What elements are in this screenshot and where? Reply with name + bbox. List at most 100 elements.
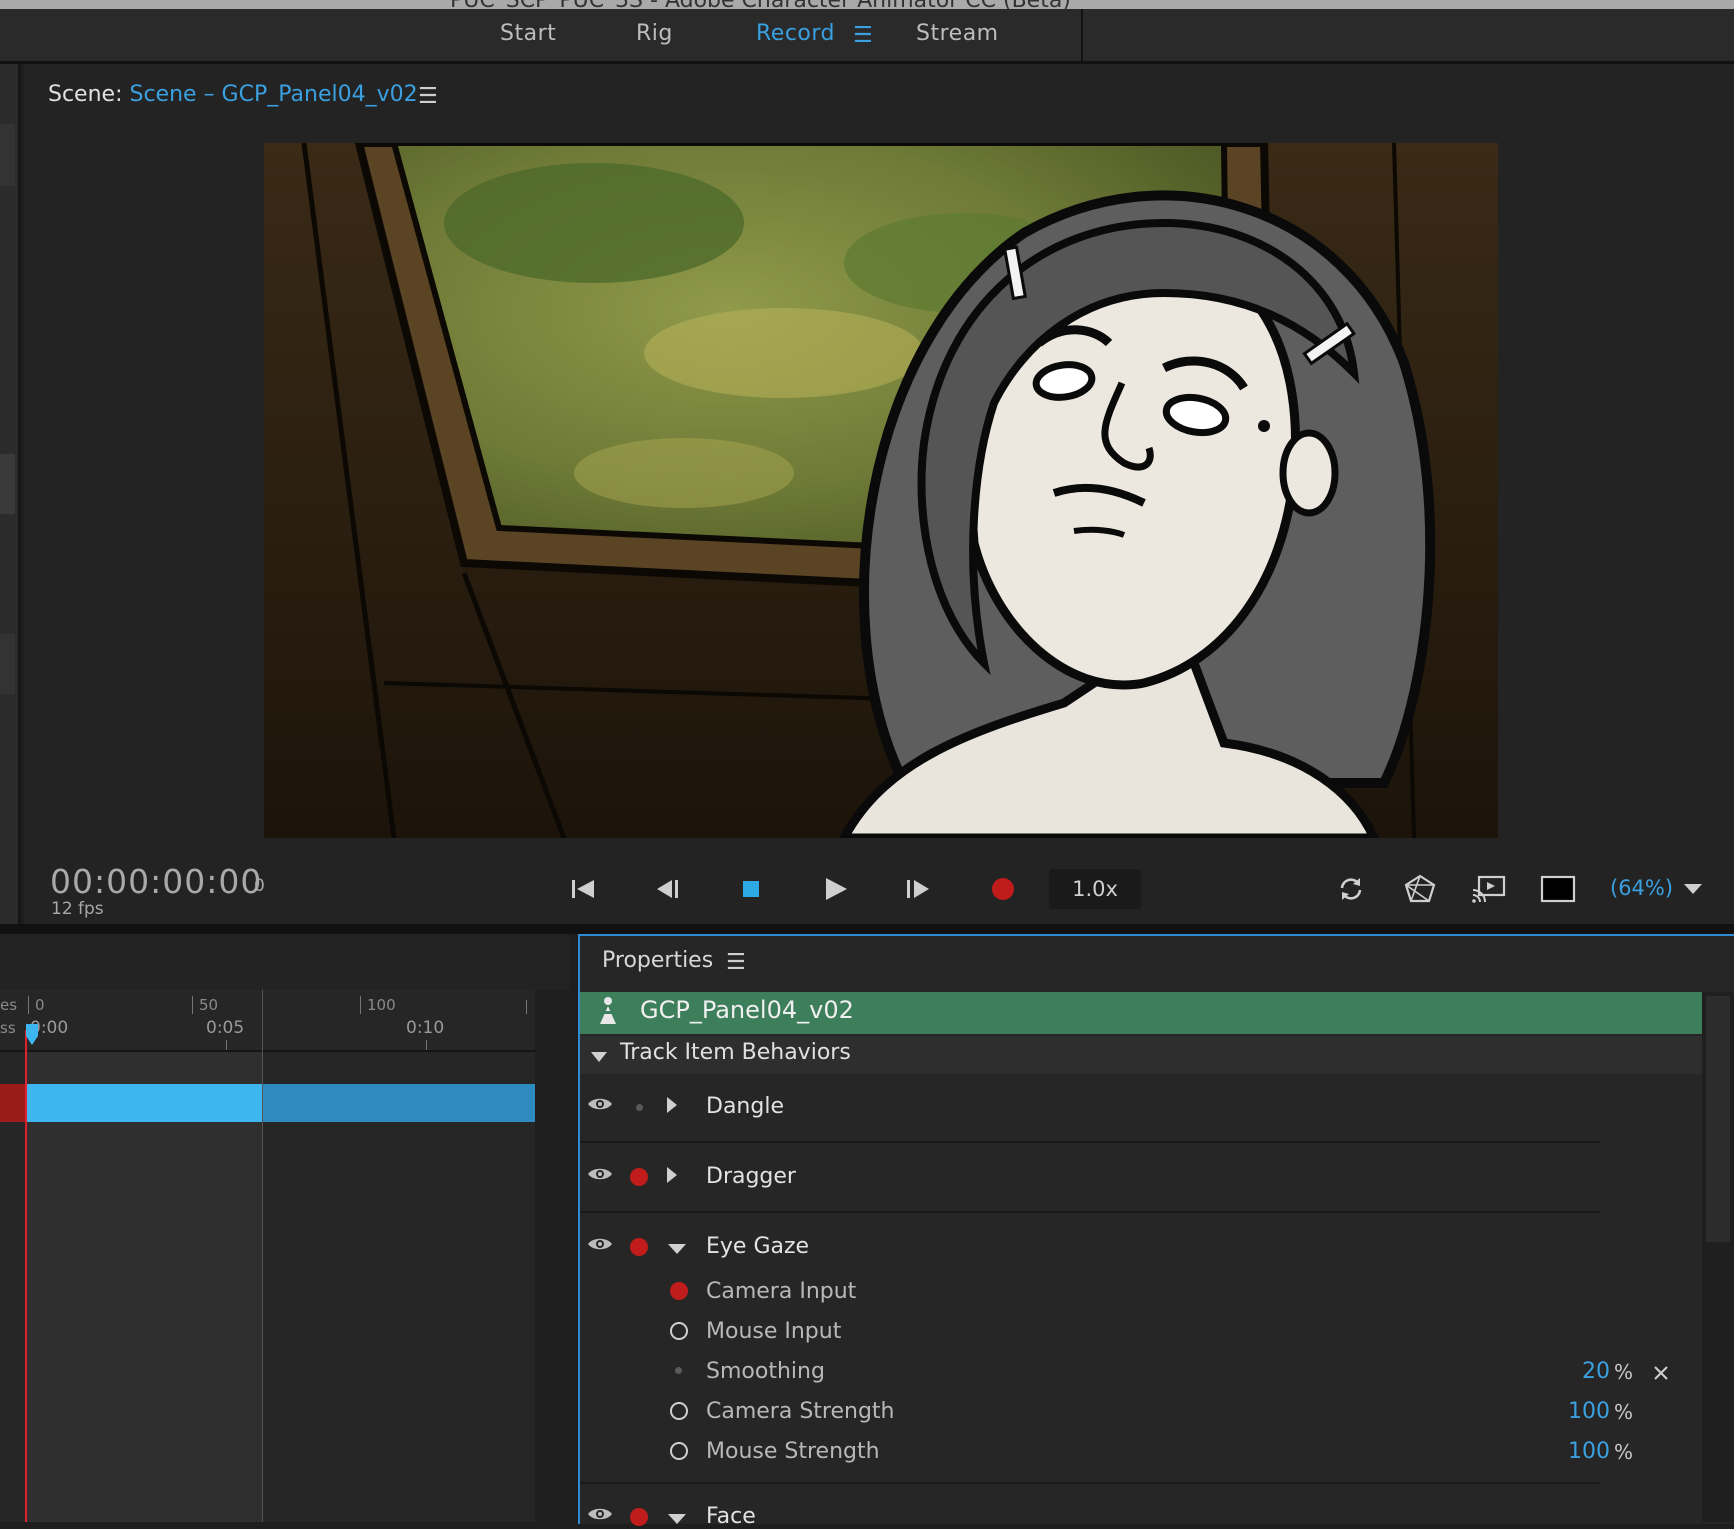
chevron-right-icon[interactable]	[666, 1096, 678, 1118]
left-panel-tab[interactable]	[0, 454, 15, 514]
mesh-icon	[1404, 874, 1436, 903]
behavior-separator	[580, 1482, 1600, 1484]
background-swatch-icon	[1540, 875, 1576, 903]
playhead-line[interactable]	[25, 1030, 27, 1522]
smoothing-unit: %	[1614, 1360, 1634, 1384]
scene-prefix: Scene:	[48, 82, 123, 107]
mesh-view-button[interactable]	[1400, 872, 1440, 906]
behavior-face[interactable]: Face	[706, 1504, 756, 1529]
zoom-dropdown-arrow[interactable]	[1673, 872, 1713, 906]
visibility-eye-icon[interactable]	[587, 1236, 613, 1256]
puppet-name: GCP_Panel04_v02	[640, 996, 854, 1024]
scene-name-link[interactable]: Scene – GCP_Panel04_v02	[130, 82, 418, 107]
scene-header: Scene: Scene – GCP_Panel04_v02	[48, 82, 418, 107]
stream-output-button[interactable]	[1469, 872, 1509, 906]
panel-divider[interactable]	[0, 924, 1734, 934]
properties-menu-icon[interactable]: ☰	[726, 950, 746, 975]
background-toggle-button[interactable]	[1536, 872, 1580, 906]
timeline-ruler[interactable]: es ss 0 0:00 50 0:05 100 0:10	[0, 990, 535, 1052]
param-smoothing: Smoothing	[706, 1359, 825, 1384]
go-to-start-icon	[572, 880, 594, 898]
behavior-separator	[580, 1211, 1600, 1213]
param-camera-input: Camera Input	[706, 1279, 857, 1304]
loop-icon	[1340, 878, 1362, 900]
step-forward-button[interactable]	[898, 872, 938, 906]
param-camera-strength: Camera Strength	[706, 1399, 895, 1424]
frames-label: es	[0, 996, 18, 1014]
left-panel-strip	[0, 64, 21, 924]
smoothing-value[interactable]: 20	[1540, 1359, 1610, 1384]
step-back-button[interactable]	[648, 872, 688, 906]
window-title: PUC_SCP_PUC_3S - Adobe Character Animato…	[450, 0, 1071, 9]
behavior-eye-gaze[interactable]: Eye Gaze	[706, 1234, 809, 1259]
tab-start[interactable]: Start	[500, 21, 556, 46]
timeline-work-area	[27, 1052, 263, 1522]
scene-artwork[interactable]	[264, 143, 1498, 838]
left-panel-tab[interactable]	[0, 124, 15, 186]
close-icon[interactable]	[1652, 1364, 1670, 1386]
arm-dot-armed[interactable]	[630, 1168, 648, 1186]
param-arm-ring[interactable]	[670, 1322, 688, 1340]
stop-button[interactable]	[731, 872, 771, 906]
scene-menu-icon[interactable]: ☰	[418, 84, 438, 109]
chevron-right-icon[interactable]	[666, 1166, 678, 1188]
loop-button[interactable]	[1331, 872, 1371, 906]
seconds-label: ss	[0, 1019, 16, 1037]
tab-record[interactable]: Record	[756, 21, 835, 46]
behavior-dragger[interactable]: Dragger	[706, 1164, 796, 1189]
frame-rate: 12 fps	[51, 899, 104, 919]
frame-number[interactable]: 0	[254, 876, 265, 896]
ruler-frame-tick: 100	[360, 996, 396, 1014]
go-to-start-button[interactable]	[563, 872, 603, 906]
playback-speed-dropdown[interactable]: 1.0x	[1049, 869, 1141, 909]
track-item-behaviors-label: Track Item Behaviors	[620, 1040, 851, 1065]
camera-strength-value[interactable]: 100	[1540, 1399, 1610, 1424]
playhead-icon	[26, 1024, 38, 1045]
param-arm-dot-armed[interactable]	[670, 1282, 688, 1300]
workspace-divider	[1081, 9, 1083, 61]
param-mouse-strength: Mouse Strength	[706, 1439, 880, 1464]
zoom-level[interactable]: (64%)	[1610, 876, 1673, 900]
play-button[interactable]	[815, 872, 855, 906]
ruler-frame-tick: 50	[192, 996, 218, 1014]
param-arm-ring[interactable]	[670, 1442, 688, 1460]
playhead-handle[interactable]	[25, 1024, 39, 1050]
ruler-time-tick: 0:10	[406, 1018, 445, 1038]
behavior-separator	[580, 1141, 1600, 1143]
chevron-down-icon[interactable]	[590, 1048, 608, 1067]
left-panel-tab[interactable]	[0, 634, 15, 694]
step-forward-icon	[907, 880, 929, 898]
tab-rig[interactable]: Rig	[636, 21, 673, 46]
ruler-time-tick: 0:05	[206, 1018, 245, 1038]
param-arm-ring[interactable]	[670, 1402, 688, 1420]
chevron-down-icon[interactable]	[667, 1510, 687, 1529]
mouse-strength-unit: %	[1614, 1440, 1634, 1464]
tab-stream[interactable]: Stream	[916, 21, 999, 46]
track-item-work-range[interactable]	[27, 1084, 263, 1122]
arm-dot-armed[interactable]	[630, 1508, 648, 1526]
properties-scroll-thumb[interactable]	[1706, 996, 1730, 1242]
workspace-bar: Start Rig Record ☰ Stream	[0, 9, 1734, 64]
ruler-frame-tick: 0	[28, 996, 45, 1014]
timeline-scrollbar[interactable]	[535, 990, 570, 1522]
track-record-marker	[0, 1084, 25, 1122]
camera-strength-unit: %	[1614, 1400, 1634, 1424]
properties-title: Properties	[602, 948, 714, 973]
record-button[interactable]	[983, 872, 1023, 906]
workspace-menu-icon[interactable]: ☰	[853, 23, 873, 48]
work-area-end-line	[262, 990, 263, 1522]
behavior-dangle[interactable]: Dangle	[706, 1094, 784, 1119]
visibility-eye-icon[interactable]	[587, 1096, 613, 1116]
visibility-eye-icon[interactable]	[587, 1166, 613, 1186]
play-icon	[826, 878, 847, 900]
mouse-strength-value[interactable]: 100	[1540, 1439, 1610, 1464]
timecode-display[interactable]: 00:00:00:00	[50, 862, 262, 901]
arm-dot-disarmed[interactable]	[636, 1104, 643, 1111]
step-back-icon	[657, 880, 678, 898]
visibility-eye-icon[interactable]	[587, 1506, 613, 1526]
arm-dot-armed[interactable]	[630, 1238, 648, 1256]
window-title-bar: PUC_SCP_PUC_3S - Adobe Character Animato…	[0, 0, 1734, 9]
record-icon	[992, 878, 1014, 900]
chevron-down-icon[interactable]	[667, 1240, 687, 1259]
puppet-icon	[598, 996, 618, 1030]
